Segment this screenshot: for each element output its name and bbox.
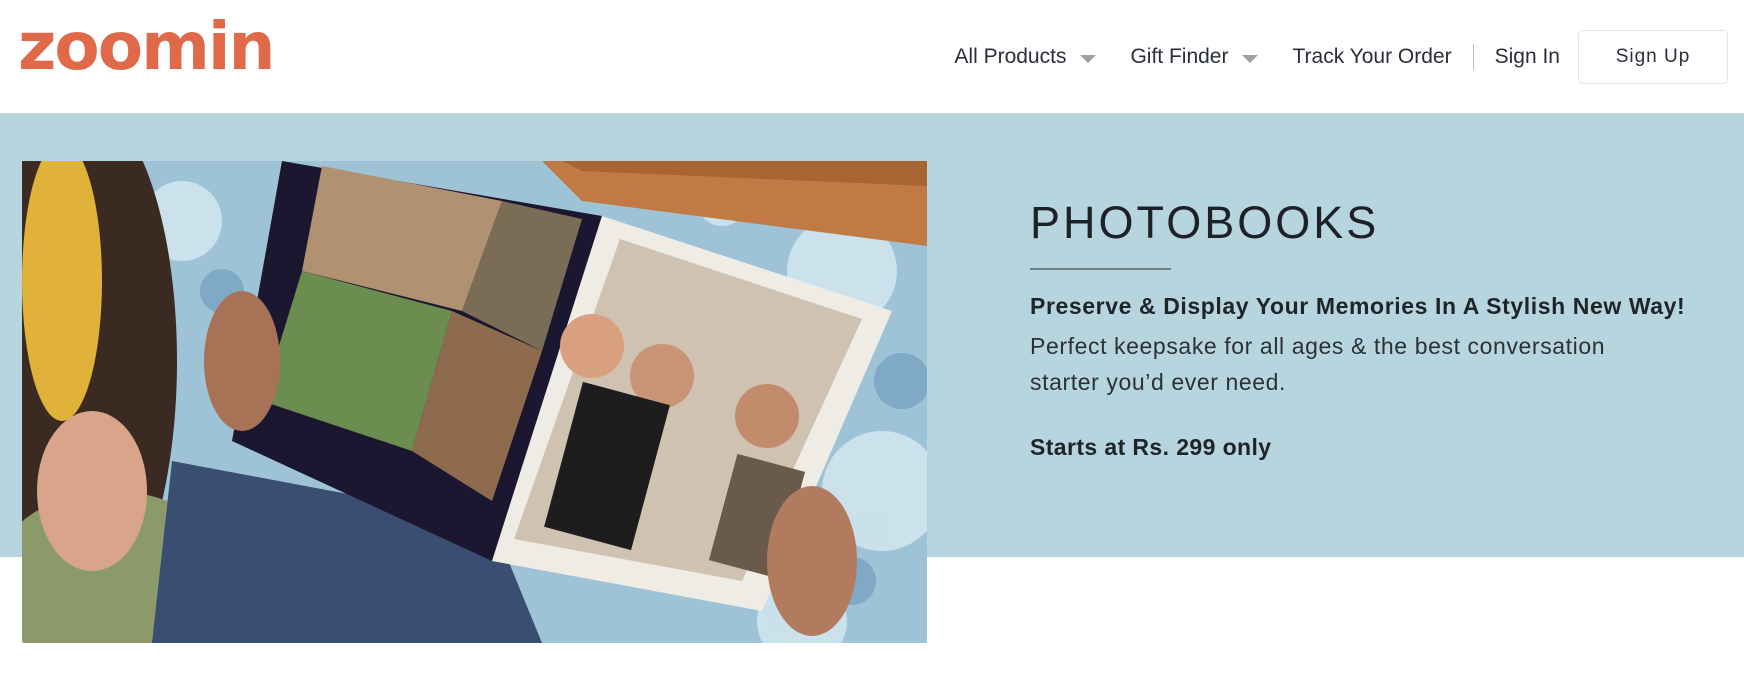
top-nav: All Products Gift Finder Track Your Orde… xyxy=(954,30,1728,84)
nav-gift-finder[interactable]: Gift Finder xyxy=(1130,45,1259,69)
nav-track-order-label: Track Your Order xyxy=(1292,45,1452,68)
sign-up-button[interactable]: Sign Up xyxy=(1578,30,1728,84)
hero-price: Starts at Rs. 299 only xyxy=(1030,433,1272,460)
chevron-down-icon xyxy=(1242,55,1259,63)
nav-track-order[interactable]: Track Your Order xyxy=(1292,45,1451,69)
nav-all-products[interactable]: All Products xyxy=(954,45,1097,69)
site-header: zoomin All Products Gift Finder Track Yo… xyxy=(0,0,1744,113)
hero-copy: PHOTOBOOKS Preserve & Display Your Memor… xyxy=(1030,198,1730,461)
nav-all-products-label: All Products xyxy=(954,45,1067,68)
sign-in-link[interactable]: Sign In xyxy=(1495,45,1560,69)
photobook-photo xyxy=(22,161,927,643)
chevron-down-icon xyxy=(1080,55,1097,63)
zoomin-logo[interactable]: zoomin xyxy=(18,14,275,80)
title-underline xyxy=(1030,267,1171,270)
hero-tagline: Preserve & Display Your Memories In A St… xyxy=(1030,292,1686,319)
nav-gift-finder-label: Gift Finder xyxy=(1130,45,1229,68)
hero-title: PHOTOBOOKS xyxy=(1030,197,1380,248)
nav-divider xyxy=(1472,44,1474,70)
hero-description: Perfect keepsake for all ages & the best… xyxy=(1030,332,1606,395)
